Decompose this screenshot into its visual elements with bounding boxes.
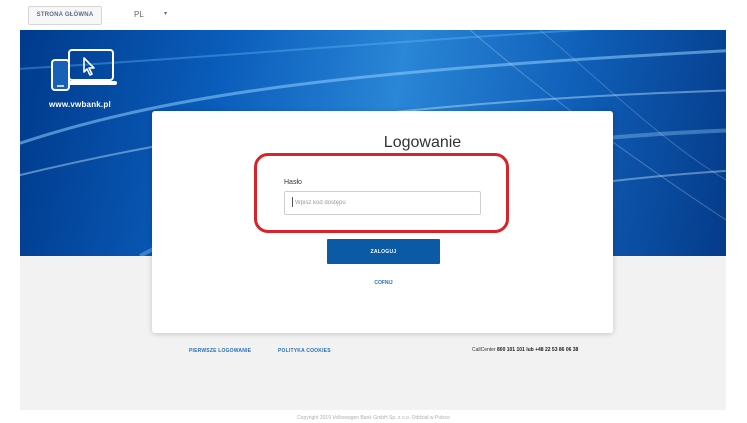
home-tab[interactable]: STRONA GŁÓWNA (28, 6, 102, 25)
callcenter-prefix: CallCenter (472, 347, 496, 353)
devices-icon (50, 47, 120, 102)
cookies-policy-link[interactable]: POLITYKA COOKIES (278, 348, 331, 354)
callcenter-info: CallCenter 800 101 101 lub +48 22 53 86 … (472, 347, 578, 353)
password-input[interactable] (284, 191, 481, 215)
page-title: Logowanie (383, 134, 462, 151)
login-card: Logowanie Hasło ZALOGUJ COFNIJ (152, 111, 613, 333)
first-login-link[interactable]: PIERWSZE LOGOWANIE (189, 348, 251, 354)
top-bar: STRONA GŁÓWNA PL ▾ (0, 0, 747, 30)
site-url: www.vwbank.pl (49, 100, 111, 109)
chevron-down-icon[interactable]: ▾ (164, 10, 167, 17)
text-cursor (292, 197, 293, 207)
language-selector[interactable]: PL (134, 10, 144, 19)
callcenter-numbers: 800 101 101 lub +48 22 53 86 06 38 (497, 347, 579, 353)
password-label: Hasło (284, 179, 302, 186)
cancel-link[interactable]: COFNIJ (327, 280, 440, 286)
login-button[interactable]: ZALOGUJ (327, 239, 440, 264)
copyright: Copyright 2019 Volkswagen Bank GmbH Sp. … (297, 415, 450, 421)
